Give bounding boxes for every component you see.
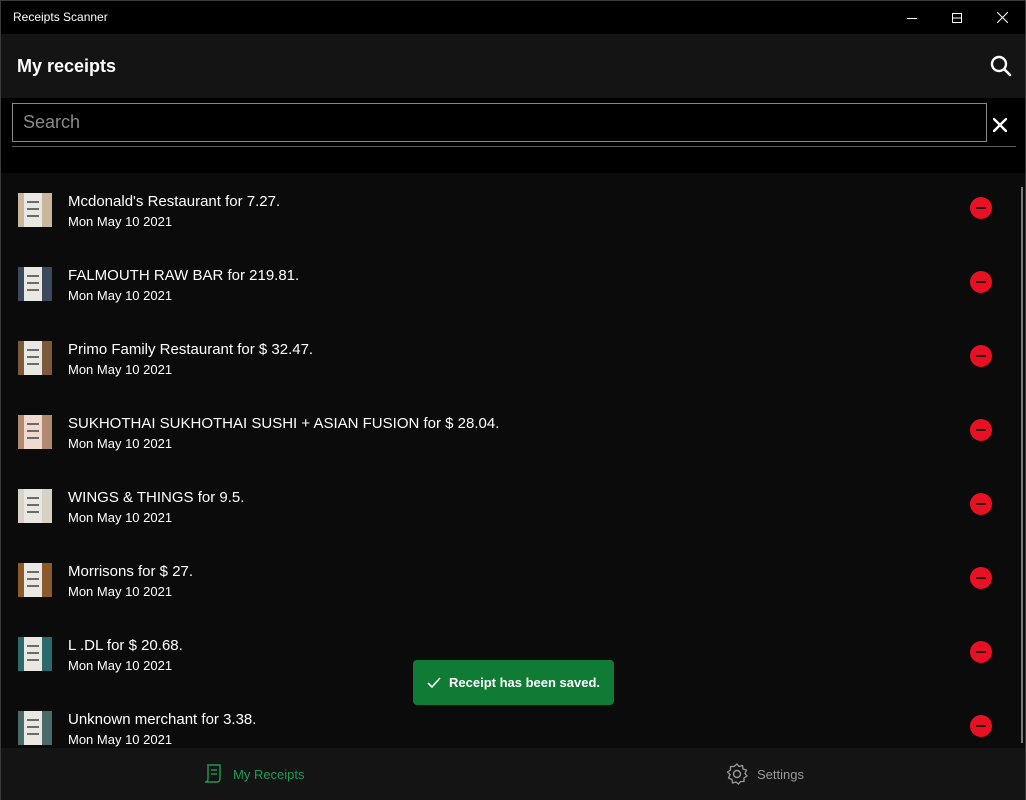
receipt-title: SUKHOTHAI SUKHOTHAI SUSHI + ASIAN FUSION… [68, 415, 500, 432]
receipt-thumbnail [18, 563, 52, 597]
close-window-button[interactable] [979, 1, 1025, 34]
receipt-thumbnail [18, 489, 52, 523]
search-icon [990, 55, 1012, 77]
maximize-button[interactable] [934, 1, 980, 34]
page-title: My receipts [17, 56, 117, 76]
minus-icon [976, 577, 986, 579]
app-window: Receipts Scanner My receipts Search Mcdo… [0, 0, 1026, 800]
receipt-date: Mon May 10 2021 [68, 658, 173, 673]
app-header: My receipts [1, 34, 1025, 98]
bottom-navigation: My Receipts Settings [1, 748, 1025, 800]
nav-my-receipts[interactable]: My Receipts [201, 748, 305, 800]
delete-receipt-button[interactable] [970, 345, 992, 367]
list-item[interactable]: WINGS & THINGS for 9.5. Mon May 10 2021 [1, 469, 1019, 543]
receipt-date: Mon May 10 2021 [68, 510, 173, 525]
minimize-icon [907, 17, 917, 19]
clear-search-button[interactable] [989, 114, 1011, 136]
delete-receipt-button[interactable] [970, 271, 992, 293]
nav-my-receipts-label: My Receipts [233, 766, 305, 782]
minus-icon [976, 355, 986, 357]
toast-notification: Receipt has been saved. [413, 660, 614, 705]
receipt-date: Mon May 10 2021 [68, 362, 173, 377]
delete-receipt-button[interactable] [970, 567, 992, 589]
checkmark-icon [427, 676, 441, 688]
receipt-thumbnail [18, 415, 52, 449]
maximize-icon [952, 12, 962, 23]
receipt-thumbnail [18, 637, 52, 671]
list-item[interactable]: Primo Family Restaurant for $ 32.47. Mon… [1, 321, 1019, 395]
receipt-date: Mon May 10 2021 [68, 436, 173, 451]
minus-icon [976, 503, 986, 505]
delete-receipt-button[interactable] [970, 419, 992, 441]
search-input[interactable] [13, 104, 986, 141]
list-item[interactable]: SUKHOTHAI SUKHOTHAI SUSHI + ASIAN FUSION… [1, 395, 1019, 469]
receipt-date: Mon May 10 2021 [68, 732, 173, 747]
minus-icon [976, 725, 986, 727]
receipt-date: Mon May 10 2021 [68, 584, 173, 599]
list-scrollbar[interactable] [1021, 187, 1023, 743]
minimize-button[interactable] [889, 1, 935, 34]
delete-receipt-button[interactable] [970, 641, 992, 663]
receipt-thumbnail [18, 193, 52, 227]
receipt-title: Mcdonald's Restaurant for 7.27. [68, 193, 281, 210]
toast-message: Receipt has been saved. [449, 675, 601, 690]
minus-icon [976, 281, 986, 283]
nav-settings-label: Settings [757, 766, 804, 782]
title-bar: Receipts Scanner [1, 1, 1025, 34]
minus-icon [976, 429, 986, 431]
nav-settings[interactable]: Settings [725, 748, 804, 800]
list-item[interactable]: Mcdonald's Restaurant for 7.27. Mon May … [1, 173, 1019, 247]
close-icon [993, 118, 1007, 132]
receipt-date: Mon May 10 2021 [68, 214, 173, 229]
receipt-icon [204, 764, 221, 783]
receipt-thumbnail [18, 711, 52, 745]
delete-receipt-button[interactable] [970, 197, 992, 219]
receipt-title: WINGS & THINGS for 9.5. [68, 489, 245, 506]
receipt-thumbnail [18, 267, 52, 301]
delete-receipt-button[interactable] [970, 493, 992, 515]
receipt-title: FALMOUTH RAW BAR for 219.81. [68, 267, 300, 284]
gear-icon [726, 763, 748, 785]
minus-icon [976, 207, 986, 209]
receipt-date: Mon May 10 2021 [68, 288, 173, 303]
search-box [12, 103, 987, 142]
receipt-title: Primo Family Restaurant for $ 32.47. [68, 341, 314, 358]
receipt-title: Unknown merchant for 3.38. [68, 711, 257, 728]
list-item[interactable]: Morrisons for $ 27. Mon May 10 2021 [1, 543, 1019, 617]
receipt-thumbnail [18, 341, 52, 375]
close-icon [996, 12, 1008, 23]
minus-icon [976, 651, 986, 653]
delete-receipt-button[interactable] [970, 715, 992, 737]
search-button[interactable] [983, 48, 1019, 84]
receipt-title: Morrisons for $ 27. [68, 563, 194, 580]
window-title: Receipts Scanner [13, 10, 108, 24]
receipt-title: L .DL for $ 20.68. [68, 637, 183, 654]
list-item[interactable]: FALMOUTH RAW BAR for 219.81. Mon May 10 … [1, 247, 1019, 321]
search-bar [1, 98, 1025, 173]
search-divider [12, 146, 1016, 147]
